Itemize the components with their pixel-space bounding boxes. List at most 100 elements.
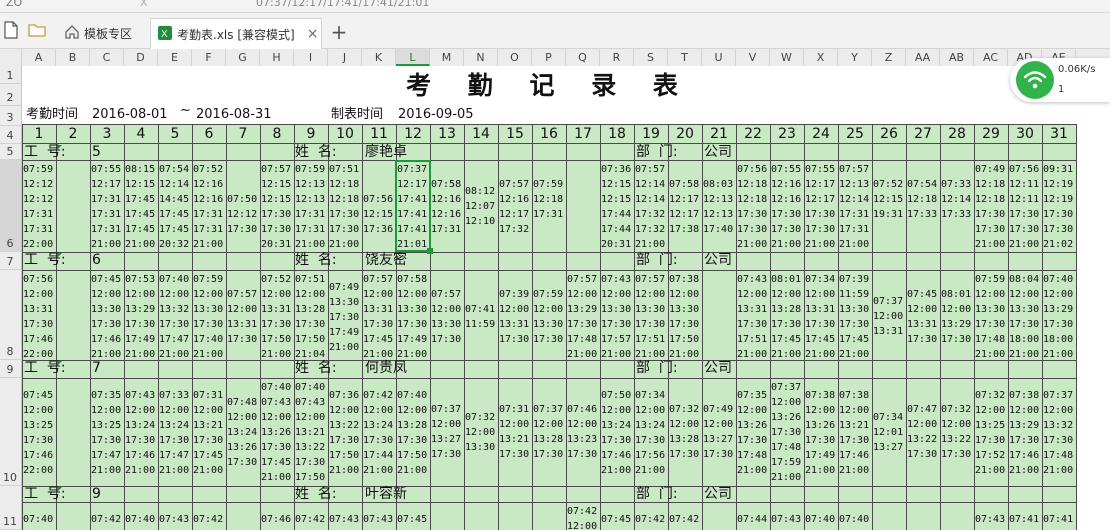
punch-times-cell[interactable]: 07:40 [805,512,837,527]
punch-times-cell[interactable]: 07:47 12:00 13:22 17:30 [907,402,939,462]
punch-times-cell[interactable]: 07:42 [193,512,225,527]
punch-times-cell[interactable]: 07:40 [23,512,55,527]
punch-times-cell[interactable]: 07:55 12:17 17:31 17:31 17:31 21:00 [91,162,123,252]
punch-times-cell[interactable]: 07:56 12:18 12:18 17:30 17:30 21:00 [737,162,769,252]
network-speed-widget[interactable]: 0.06K/s 1 [1010,58,1110,102]
column-header-s[interactable]: S [634,49,668,66]
punch-times-cell[interactable]: 07:42 [91,512,123,527]
column-header-i[interactable]: I [294,49,328,66]
punch-times-cell[interactable]: 07:34 12:01 13:27 [873,410,905,455]
punch-times-cell[interactable]: 07:37 12:00 13:32 17:30 17:48 21:00 [1043,388,1075,478]
column-header-f[interactable]: F [192,49,226,66]
punch-times-cell[interactable]: 07:38 12:00 13:21 17:30 17:46 21:00 [839,388,871,478]
punch-times-cell[interactable]: 07:57 12:14 12:14 17:32 17:32 21:00 [635,162,667,252]
punch-times-cell[interactable]: 07:59 12:00 13:30 17:30 [533,287,565,347]
punch-times-cell[interactable]: 07:46 [261,512,293,527]
punch-times-cell[interactable]: 07:52 12:16 12:16 17:31 17:31 21:00 [193,162,225,252]
punch-times-cell[interactable]: 07:32 12:00 13:28 17:30 [669,402,701,462]
punch-times-cell[interactable]: 07:58 12:00 13:30 17:30 17:49 21:00 [397,272,429,360]
punch-times-cell[interactable]: 07:41 [1043,512,1075,527]
row-header-6[interactable]: 6 [0,160,22,252]
punch-times-cell[interactable]: 07:39 11:59 13:30 17:30 17:45 21:00 [839,272,871,360]
punch-times-cell[interactable]: 07:43 12:00 13:30 17:30 17:57 21:00 [601,272,633,360]
punch-times-cell[interactable]: 07:59 12:18 17:31 [533,177,565,222]
punch-times-cell[interactable]: 07:35 12:00 13:26 17:30 17:48 21:00 [737,388,769,478]
punch-times-cell[interactable]: 07:57 12:00 13:30 17:30 [431,287,463,347]
close-icon[interactable]: × [307,26,319,42]
punch-times-cell[interactable]: 07:58 12:17 12:17 17:38 [669,177,701,237]
tab-attendance-xls[interactable]: X 考勤表.xls [兼容模式] × [150,18,322,49]
punch-times-cell[interactable]: 07:48 12:00 13:24 13:26 17:30 [227,395,259,470]
punch-times-cell[interactable]: 07:38 12:00 13:30 17:30 17:50 21:00 [669,272,701,360]
row-header-11[interactable]: 11 [0,486,22,530]
punch-times-cell[interactable]: 07:43 12:00 13:31 17:30 17:51 21:00 [737,272,769,360]
row-header-5[interactable]: 5 [0,144,22,160]
column-header-c[interactable]: C [90,49,124,66]
punch-times-cell[interactable]: 07:59 12:12 12:12 17:31 17:31 22:00 [23,162,55,252]
punch-times-cell[interactable]: 07:59 12:00 13:30 17:30 17:40 21:00 [193,272,225,360]
column-header-k[interactable]: K [362,49,396,66]
punch-times-cell[interactable]: 07:44 [737,512,769,527]
punch-times-cell[interactable]: 08:03 12:13 12:13 17:40 [703,177,735,237]
punch-times-cell[interactable]: 07:58 12:16 12:16 17:31 [431,177,463,237]
punch-times-cell[interactable]: 07:57 12:16 12:17 17:32 [499,177,531,237]
punch-times-cell[interactable]: 07:45 [601,512,633,527]
row-header-10[interactable]: 10 [0,378,22,486]
fill-handle[interactable] [427,248,433,254]
punch-times-cell[interactable]: 07:53 12:00 13:29 17:30 17:49 21:00 [125,272,157,360]
punch-times-cell[interactable]: 07:49 12:00 13:27 17:30 [703,402,735,462]
punch-times-cell[interactable]: 07:41 [1009,512,1041,527]
column-header-q[interactable]: Q [566,49,600,66]
column-header-p[interactable]: P [532,49,566,66]
punch-times-cell[interactable]: 07:39 12:00 13:31 17:30 [499,287,531,347]
column-header-aa[interactable]: AA [906,49,940,66]
punch-times-cell[interactable]: 08:15 12:15 17:45 17:45 17:45 21:00 [125,162,157,252]
punch-times-cell[interactable]: 07:33 12:14 17:33 [941,177,973,222]
column-header-t[interactable]: T [668,49,702,66]
punch-times-cell[interactable]: 07:37 12:00 13:27 17:30 [431,402,463,462]
punch-times-cell[interactable]: 07:45 [397,512,429,527]
punch-times-cell[interactable]: 07:55 12:17 12:17 17:30 17:30 21:00 [805,162,837,252]
punch-times-cell[interactable]: 07:42 [635,512,667,527]
column-header-o[interactable]: O [498,49,532,66]
column-header-v[interactable]: V [736,49,770,66]
punch-times-cell[interactable]: 07:56 12:00 13:31 17:30 17:46 22:00 [23,272,55,360]
row-header-9[interactable]: 9 [0,360,22,378]
add-tab-button[interactable]: + [326,18,352,46]
punch-times-cell[interactable]: 07:56 12:15 17:36 [363,192,395,237]
punch-times-cell[interactable]: 08:12 12:07 12:10 [465,184,497,229]
punch-times-cell[interactable]: 07:57 12:00 13:31 17:30 [227,287,259,347]
punch-times-cell[interactable]: 07:40 07:43 12:00 13:26 17:30 17:45 21:0… [261,380,293,485]
column-header-e[interactable]: E [158,49,192,66]
column-header-l[interactable]: L [396,49,430,66]
column-header-ab[interactable]: AB [940,49,974,66]
punch-times-cell[interactable]: 07:38 12:00 13:26 17:30 17:49 21:00 [805,388,837,478]
punch-times-cell[interactable]: 07:41 11:59 [465,302,497,332]
punch-times-cell[interactable]: 07:57 12:13 12:14 17:31 17:31 21:00 [839,162,871,252]
punch-times-cell[interactable]: 07:57 12:00 13:29 17:30 17:48 21:00 [567,272,599,360]
punch-times-cell[interactable]: 07:43 [771,512,803,527]
punch-times-cell[interactable]: 07:33 12:00 13:24 17:30 17:47 21:00 [159,388,191,478]
punch-times-cell[interactable]: 07:43 [975,512,1007,527]
punch-times-cell[interactable]: 07:43 [363,512,395,527]
column-header-x[interactable]: X [804,49,838,66]
column-header-z[interactable]: Z [872,49,906,66]
punch-times-cell[interactable]: 07:42 12:00 13:24 17:30 17:44 21:00 [363,388,395,478]
punch-times-cell[interactable]: 07:32 12:00 13:22 17:30 [941,402,973,462]
punch-times-cell[interactable]: 07:36 12:00 13:22 17:30 17:50 21:00 [329,388,361,478]
punch-times-cell[interactable]: 07:31 12:00 13:21 17:30 [499,402,531,462]
row-header-2[interactable]: 2 [0,84,22,106]
punch-times-cell[interactable]: 07:36 12:15 12:15 17:44 17:44 20:31 [601,162,633,252]
punch-times-cell[interactable]: 07:50 12:12 17:30 [227,192,259,237]
column-header-m[interactable]: M [430,49,464,66]
punch-times-cell[interactable]: 07:52 12:00 13:31 17:30 17:50 21:00 [261,272,293,360]
punch-times-cell[interactable]: 07:42 [669,512,701,527]
row-header-3[interactable]: 3 [0,106,22,126]
column-header-g[interactable]: G [226,49,260,66]
punch-times-cell[interactable]: 07:43 12:00 13:24 17:30 17:46 21:00 [125,388,157,478]
punch-times-cell[interactable]: 07:56 12:11 12:11 17:30 17:30 21:00 [1009,162,1041,252]
column-header-j[interactable]: J [328,49,362,66]
row-header-4[interactable]: 4 [0,126,22,144]
punch-times-cell[interactable]: 07:59 12:13 12:13 17:31 17:31 21:00 [295,162,327,252]
punch-times-cell[interactable]: 07:52 12:15 19:31 [873,177,905,222]
